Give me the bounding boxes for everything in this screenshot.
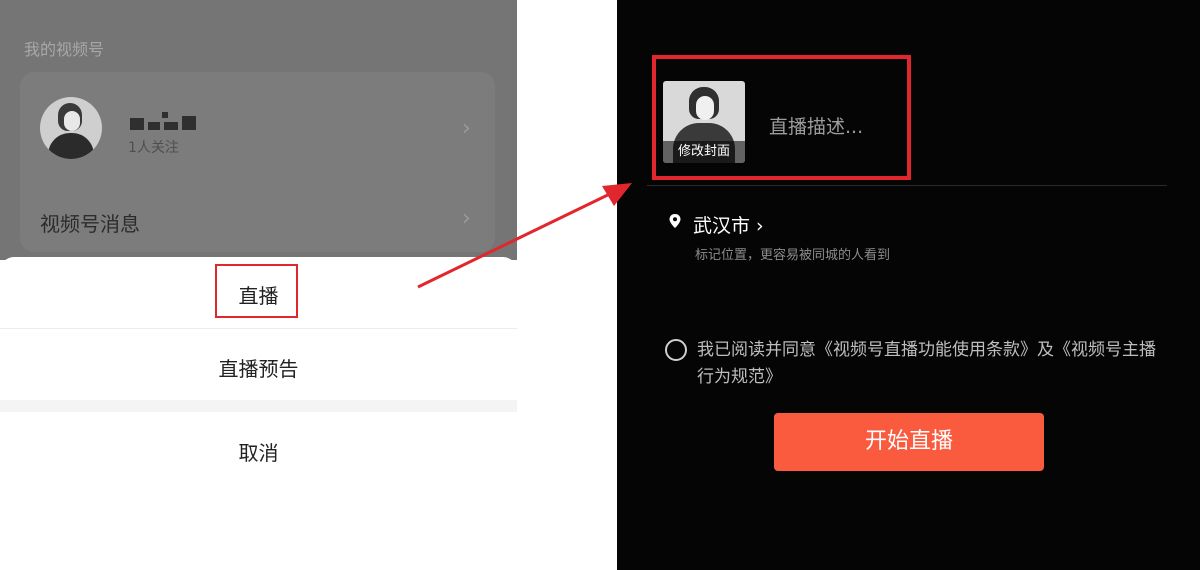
live-preview-button[interactable]: 直播预告	[0, 353, 517, 382]
divider	[0, 328, 517, 329]
chevron-right-icon: ›	[462, 206, 471, 231]
right-phone-screen: 修改封面 直播描述... 武汉市 › 标记位置，更容易被同城的人看到 我已阅读并…	[617, 0, 1200, 570]
messages-label[interactable]: 视频号消息	[40, 208, 140, 237]
edit-cover-label[interactable]: 修改封面	[663, 141, 745, 163]
agreement-radio[interactable]	[665, 339, 687, 361]
cancel-button[interactable]: 取消	[0, 437, 517, 466]
divider	[647, 185, 1167, 186]
avatar[interactable]	[40, 97, 102, 159]
chevron-right-icon: ›	[462, 116, 471, 141]
agreement-text[interactable]: 我已阅读并同意《视频号直播功能使用条款》及《视频号主播行为规范》	[697, 337, 1167, 391]
follower-count: 1人关注	[128, 140, 179, 156]
sheet-gap	[0, 400, 517, 412]
location-pin-icon	[669, 214, 681, 228]
start-live-button[interactable]: 开始直播	[774, 413, 1044, 471]
live-description-input[interactable]: 直播描述...	[769, 112, 863, 139]
cover-image[interactable]: 修改封面	[663, 81, 745, 163]
live-highlight-box	[215, 264, 298, 318]
section-title: 我的视频号	[24, 40, 105, 59]
location-hint: 标记位置，更容易被同城的人看到	[695, 248, 891, 263]
location-city[interactable]: 武汉市 ›	[693, 211, 764, 238]
blurred-username	[130, 112, 200, 130]
left-phone-screen: 我的视频号 1人关注 › 视频号消息 › 直播 直播预告 取消	[0, 0, 517, 570]
